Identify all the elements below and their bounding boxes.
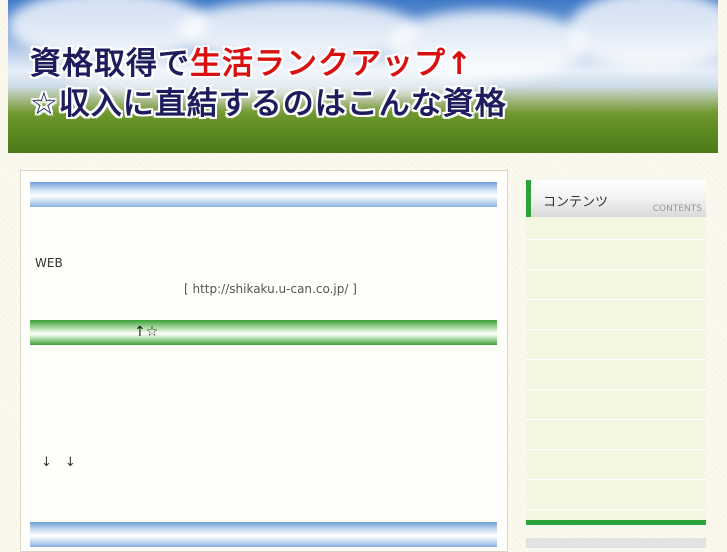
sidebar-next-block (526, 538, 706, 548)
title-line1-prefix: 資格取得で (30, 46, 190, 82)
site-title: 資格取得で生活ランクアップ↑ ☆収入に直結するのはこんな資格 (30, 44, 507, 124)
sidebar: コンテンツ CONTENTS (526, 180, 706, 524)
green-bar-text: ↑☆ (134, 324, 159, 340)
sidebar-bottom-border (526, 520, 706, 525)
main-content: WEB [ http://shikaku.u-can.co.jp/ ] ↑☆ ↓… (20, 170, 508, 552)
cloud-decoration (568, 0, 718, 70)
sidebar-subtitle: CONTENTS (652, 204, 702, 214)
up-arrow-icon: ↑ (446, 46, 473, 82)
title-line1-highlight: 生活ランクアップ (190, 46, 446, 82)
title-line2: ☆収入に直結するのはこんな資格 (30, 86, 507, 122)
sidebar-header: コンテンツ CONTENTS (526, 180, 706, 217)
section-heading-bar (30, 182, 497, 207)
section-heading-bar-green: ↑☆ (30, 320, 497, 345)
down-arrows: ↓ ↓ (41, 455, 76, 470)
section-heading-bar (30, 522, 497, 547)
web-text: WEB (35, 256, 63, 270)
header-banner: 資格取得で生活ランクアップ↑ ☆収入に直結するのはこんな資格 (8, 0, 718, 153)
url-link[interactable]: [ http://shikaku.u-can.co.jp/ ] (184, 282, 357, 296)
sidebar-title: コンテンツ (543, 195, 609, 210)
